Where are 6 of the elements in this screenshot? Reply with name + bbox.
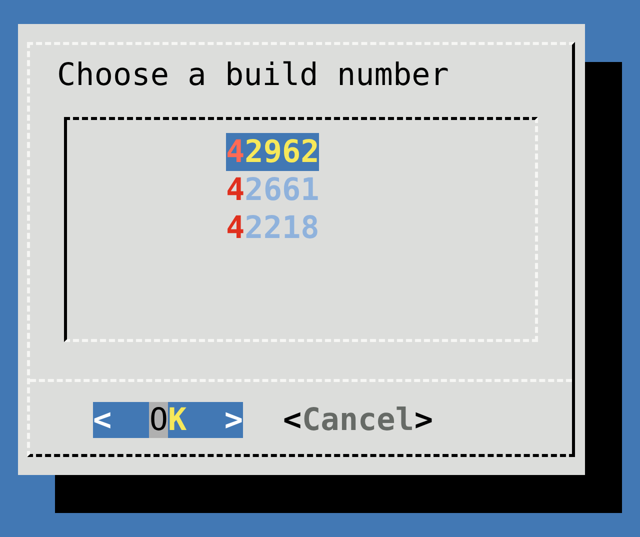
build-list-item[interactable]: 42218 bbox=[226, 209, 320, 247]
build-list-item[interactable]: 42962 bbox=[226, 133, 320, 171]
dialog-prompt: Choose a build number bbox=[57, 56, 449, 94]
cancel-button[interactable]: <Cancel> bbox=[283, 402, 433, 438]
build-list-item[interactable]: 42661 bbox=[226, 171, 320, 209]
ok-button[interactable]: < OK > bbox=[93, 402, 243, 438]
